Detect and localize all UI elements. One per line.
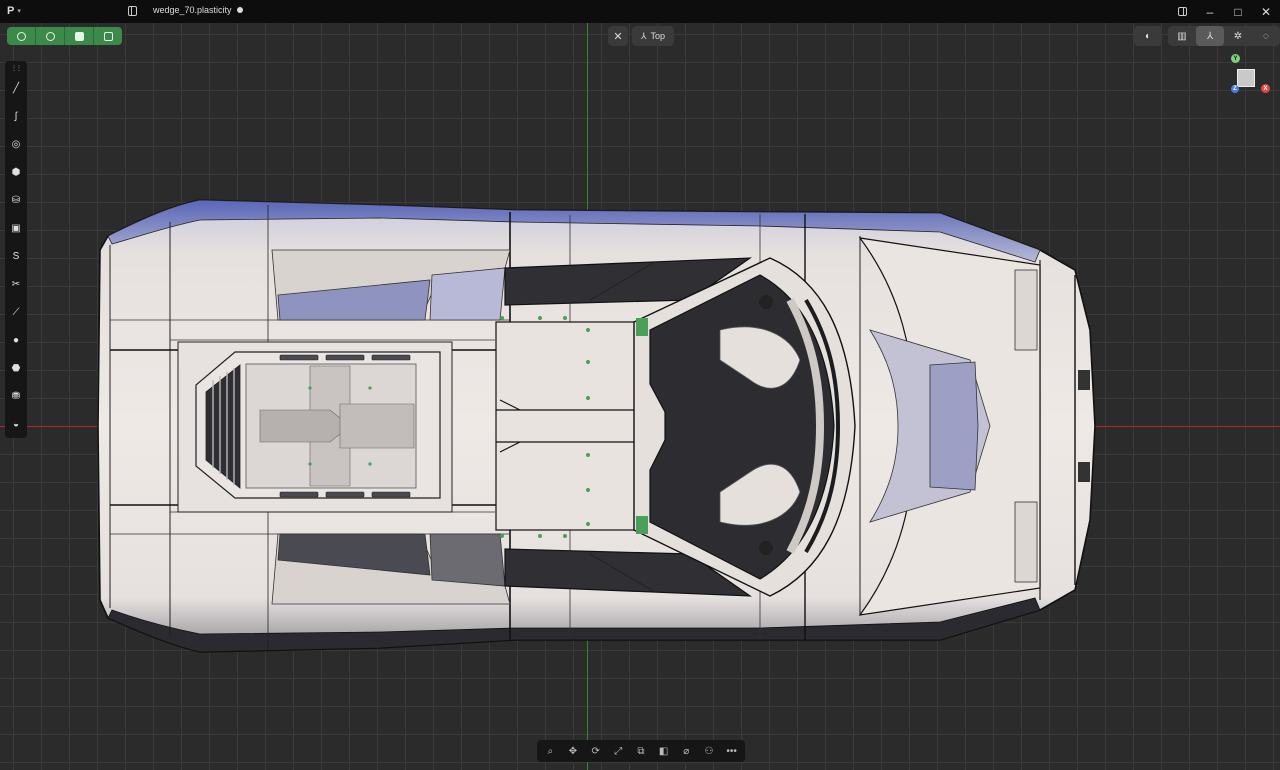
database-icon: ⛃ (11, 390, 21, 402)
box-tool-button[interactable]: ⬣ (5, 357, 27, 379)
view-label: Top (650, 31, 665, 41)
material-button[interactable]: ⚇ (699, 741, 719, 761)
boolean-icon: ◧ (658, 745, 669, 757)
rotate-icon: ⟳ (591, 745, 600, 757)
circle-tool-button[interactable]: ◎ (5, 133, 27, 155)
boolean-button[interactable]: ◧ (654, 741, 674, 761)
grip-icon[interactable]: ⋮⋮ (11, 65, 22, 72)
curve-tool-button[interactable]: ∫ (5, 105, 27, 127)
offset-button[interactable]: ⧉ (631, 741, 651, 761)
spiral-icon: S (12, 250, 20, 262)
move-icon: ✥ (568, 745, 578, 757)
xray-toggle-button[interactable]: ◐ (1134, 26, 1162, 46)
ortho-icon: ⅄ (1206, 30, 1214, 42)
contrast-icon: ◐ (1144, 30, 1152, 42)
rectangle-tool-button[interactable]: ▣ (5, 217, 27, 239)
primitive-icon: ◒ (12, 418, 20, 430)
bottom-tool-bar: ⌕ ✥ ⟳ ⤢ ⧉ ◧ ⌀ ⚇ ••• (537, 740, 745, 762)
face-select-mode-button[interactable] (65, 27, 94, 45)
shading-icon: ◌ (1263, 30, 1269, 42)
viewport-display-toolbar: ◐ ▥ ⅄ ✲ ◌ (1134, 26, 1280, 46)
move-button[interactable]: ✥ (563, 741, 583, 761)
rotate-button[interactable]: ⟳ (586, 741, 606, 761)
more-icon: ••• (726, 745, 737, 757)
more-button[interactable]: ••• (722, 741, 742, 761)
vertex-icon (16, 31, 26, 41)
vertex-select-mode-button[interactable] (7, 27, 36, 45)
search-button[interactable]: ⌕ (540, 741, 560, 761)
z-axis-handle[interactable]: Z (1231, 85, 1239, 93)
render-icon: ✲ (1233, 30, 1243, 42)
scale-icon: ⤢ (614, 745, 623, 757)
close-view-button[interactable]: ✕ (608, 26, 628, 46)
sphere-icon: ● (12, 334, 20, 346)
primitive-tool-button[interactable]: ◒ (5, 413, 27, 435)
rectangle-icon: ▣ (11, 222, 21, 234)
y-axis-handle[interactable]: Y (1231, 54, 1240, 63)
scissors-icon: ✂ (11, 278, 21, 290)
line-icon: ╱ (12, 82, 20, 94)
view-orientation-button[interactable]: ⅄ Top (632, 26, 674, 46)
perspective-button[interactable]: ▥ (1168, 26, 1196, 46)
attach-icon: ⌀ (683, 745, 690, 757)
face-icon (74, 31, 84, 41)
line-tool-button[interactable]: ╱ (5, 77, 27, 99)
polygon-tool-button[interactable]: ⬢ (5, 161, 27, 183)
cylinder-icon: ⛁ (11, 194, 21, 206)
attach-button[interactable]: ⌀ (676, 741, 696, 761)
scissors-tool-button[interactable]: ✂ (5, 273, 27, 295)
view-cube[interactable] (1237, 69, 1255, 87)
left-tool-palette: ⋮⋮ ╱ ∫ ◎ ⬢ ⛁ ▣ S ✂ ⟋ ● ⬣ ⛃ ◒ (5, 61, 27, 438)
scale-button[interactable]: ⤢ (608, 741, 628, 761)
shading-mode-button[interactable]: ◌ (1252, 26, 1280, 46)
render-mode-button[interactable]: ✲ (1224, 26, 1252, 46)
database-tool-button[interactable]: ⛃ (5, 385, 27, 407)
curve-icon: ∫ (14, 110, 18, 122)
edge-icon (45, 31, 55, 41)
search-icon: ⌕ (547, 745, 554, 757)
solid-icon (103, 31, 113, 41)
polygon-icon: ⬢ (11, 166, 21, 178)
car-model[interactable] (0, 0, 1280, 770)
x-axis-handle[interactable]: X (1261, 84, 1270, 93)
spline-icon: ⟋ (12, 306, 20, 318)
edge-select-mode-button[interactable] (36, 27, 65, 45)
spline-tool-button[interactable]: ⟋ (5, 301, 27, 323)
axes-icon: ⅄ (640, 30, 647, 41)
cylinder-tool-button[interactable]: ⛁ (5, 189, 27, 211)
solid-select-mode-button[interactable] (94, 27, 122, 45)
sphere-tool-button[interactable]: ● (5, 329, 27, 351)
circle-icon: ◎ (11, 138, 21, 150)
orthographic-button[interactable]: ⅄ (1196, 26, 1224, 46)
orientation-gizmo[interactable]: Y X Z (1228, 52, 1276, 100)
offset-icon: ⧉ (637, 745, 645, 757)
material-icon: ⚇ (704, 745, 714, 757)
selection-mode-toolbar (7, 27, 122, 45)
spiral-tool-button[interactable]: S (5, 245, 27, 267)
perspective-icon: ▥ (1177, 30, 1187, 42)
box-icon: ⬣ (11, 362, 21, 374)
